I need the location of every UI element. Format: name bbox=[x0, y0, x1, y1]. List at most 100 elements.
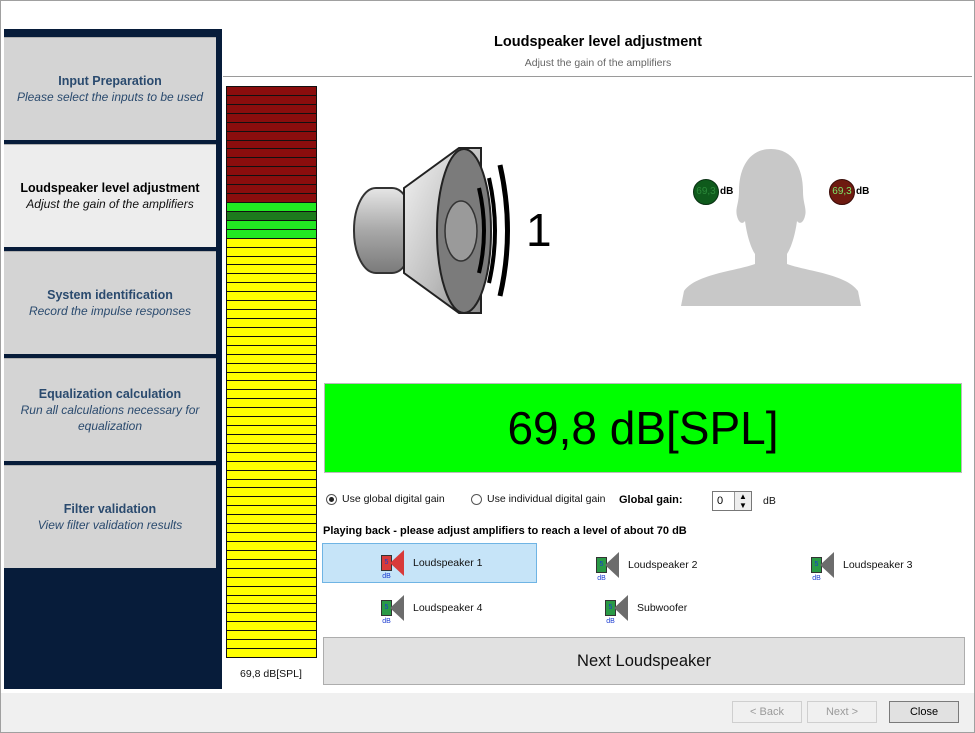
loudspeaker-3-button[interactable]: 5 dB Loudspeaker 3 bbox=[753, 545, 963, 585]
radio-label: Use global digital gain bbox=[342, 493, 445, 505]
meter-segment bbox=[227, 176, 316, 185]
page-subtitle: Adjust the gain of the amplifiers bbox=[524, 57, 672, 69]
back-button[interactable]: < Back bbox=[732, 701, 802, 723]
left-ear-level: 69,3 bbox=[693, 179, 719, 205]
loudspeaker-label: Loudspeaker 3 bbox=[843, 559, 913, 571]
meter-segment bbox=[227, 479, 316, 488]
step-subtitle: Adjust the gain of the amplifiers bbox=[26, 197, 194, 211]
right-ear-unit: dB bbox=[856, 186, 870, 197]
global-gain-unit: dB bbox=[763, 495, 776, 507]
meter-segment bbox=[227, 426, 316, 434]
meter-segment bbox=[227, 381, 316, 390]
global-gain-label: Global gain: bbox=[619, 494, 683, 506]
step-title: System identification bbox=[47, 288, 173, 302]
meter-segment bbox=[227, 488, 316, 497]
meter-segment bbox=[227, 283, 316, 292]
step-title: Input Preparation bbox=[58, 74, 162, 88]
global-gain-radio[interactable]: Use global digital gain bbox=[326, 493, 445, 505]
cone-shape bbox=[605, 552, 619, 578]
spin-arrows-icon[interactable]: ▲ ▼ bbox=[734, 492, 751, 510]
cone-shape bbox=[390, 550, 404, 576]
meter-segment bbox=[227, 185, 316, 194]
cone-shape bbox=[390, 595, 404, 621]
step-title: Loudspeaker level adjustment bbox=[20, 181, 200, 195]
meter-segment bbox=[227, 399, 316, 408]
playback-instruction: Playing back - please adjust amplifiers … bbox=[323, 525, 687, 537]
meter-segment bbox=[227, 443, 316, 452]
meter-segment bbox=[227, 434, 316, 443]
step-subtitle: View filter validation results bbox=[37, 518, 183, 532]
meter-segment bbox=[227, 292, 316, 301]
meter-segment bbox=[227, 452, 316, 461]
loudspeaker-label: Loudspeaker 4 bbox=[413, 602, 483, 614]
loudspeaker-icon: 5 dB bbox=[381, 550, 407, 580]
meter-segment bbox=[227, 497, 316, 506]
cone-shape bbox=[614, 595, 628, 621]
meter-segment bbox=[227, 220, 316, 229]
loudspeaker-icon: 5 dB bbox=[811, 552, 837, 582]
loudspeaker-4-button[interactable]: 5 dB Loudspeaker 4 bbox=[323, 588, 533, 628]
next-button[interactable]: Next > bbox=[807, 701, 877, 723]
global-gain-value[interactable]: 0 bbox=[717, 495, 723, 507]
loudspeaker-graphic bbox=[349, 143, 524, 323]
sidebar-step-loudspeaker-level[interactable]: Loudspeaker level adjustment Adjust the … bbox=[4, 144, 216, 247]
subwoofer-button[interactable]: 5 dB Subwoofer bbox=[547, 588, 757, 628]
meter-segment bbox=[227, 640, 316, 649]
meter-segment bbox=[227, 372, 316, 381]
meter-segment bbox=[227, 613, 316, 622]
meter-segment bbox=[227, 550, 316, 559]
meter-segment bbox=[227, 238, 316, 247]
step-subtitle: Run all calculations necessary for equal… bbox=[20, 403, 200, 433]
sidebar-step-filter-validation[interactable]: Filter validation View filter validation… bbox=[4, 465, 216, 568]
meter-segment bbox=[227, 470, 316, 479]
individual-gain-radio[interactable]: Use individual digital gain bbox=[471, 493, 606, 505]
meter-segment bbox=[227, 354, 316, 363]
meter-segment bbox=[227, 533, 316, 542]
meter-segment bbox=[227, 167, 316, 176]
radio-indicator[interactable] bbox=[471, 493, 482, 505]
meter-segment bbox=[227, 265, 316, 274]
meter-segment bbox=[227, 87, 316, 95]
loudspeaker-icon: 5 dB bbox=[596, 552, 622, 582]
step-subtitle: Please select the inputs to be used bbox=[16, 90, 204, 104]
step-subtitle: Record the impulse responses bbox=[28, 304, 192, 318]
global-gain-stepper[interactable]: 0 ▲ ▼ bbox=[712, 491, 752, 511]
level-meter-label: 69,8 dB[SPL] bbox=[240, 668, 302, 680]
meter-segment bbox=[227, 559, 316, 568]
radio-indicator[interactable] bbox=[326, 493, 337, 505]
sidebar-step-system-identification[interactable]: System identification Record the impulse… bbox=[4, 251, 216, 354]
meter-segment bbox=[227, 586, 316, 595]
step-title: Filter validation bbox=[63, 502, 157, 516]
meter-segment bbox=[227, 211, 316, 220]
sidebar-step-input-preparation[interactable]: Input Preparation Please select the inpu… bbox=[4, 37, 216, 140]
sidebar-step-equalization[interactable]: Equalization calculation Run all calcula… bbox=[4, 358, 216, 461]
next-loudspeaker-button[interactable]: Next Loudspeaker bbox=[323, 637, 965, 685]
meter-segment bbox=[227, 631, 316, 640]
meter-segment bbox=[227, 408, 316, 417]
meter-segment bbox=[227, 524, 316, 533]
head-graphic bbox=[681, 146, 861, 311]
wizard-window: Input Preparation Please select the inpu… bbox=[0, 0, 975, 733]
loudspeaker-1-button[interactable]: 5 dB Loudspeaker 1 bbox=[322, 543, 537, 583]
loudspeaker-label: Subwoofer bbox=[637, 602, 688, 614]
right-ear-level: 69,3 bbox=[829, 179, 855, 205]
meter-segment bbox=[227, 542, 316, 550]
meter-segment bbox=[227, 202, 316, 211]
meter-segment bbox=[227, 336, 316, 345]
meter-segment bbox=[227, 131, 316, 140]
header-divider bbox=[223, 76, 972, 77]
meter-segment bbox=[227, 649, 316, 657]
meter-segment bbox=[227, 604, 316, 613]
meter-segment bbox=[227, 149, 316, 158]
loudspeaker-icon: 5 dB bbox=[381, 595, 407, 625]
loudspeaker-label: Loudspeaker 1 bbox=[413, 557, 483, 569]
close-button[interactable]: Close bbox=[889, 701, 959, 723]
loudspeaker-label: Loudspeaker 2 bbox=[628, 559, 698, 571]
meter-segment bbox=[227, 327, 316, 336]
loudspeaker-icon: 5 dB bbox=[605, 595, 631, 625]
meter-segment bbox=[227, 122, 316, 131]
page-title: Loudspeaker level adjustment bbox=[494, 34, 702, 50]
meter-segment bbox=[227, 194, 316, 202]
radio-label: Use individual digital gain bbox=[487, 493, 606, 505]
loudspeaker-2-button[interactable]: 5 dB Loudspeaker 2 bbox=[538, 545, 748, 585]
